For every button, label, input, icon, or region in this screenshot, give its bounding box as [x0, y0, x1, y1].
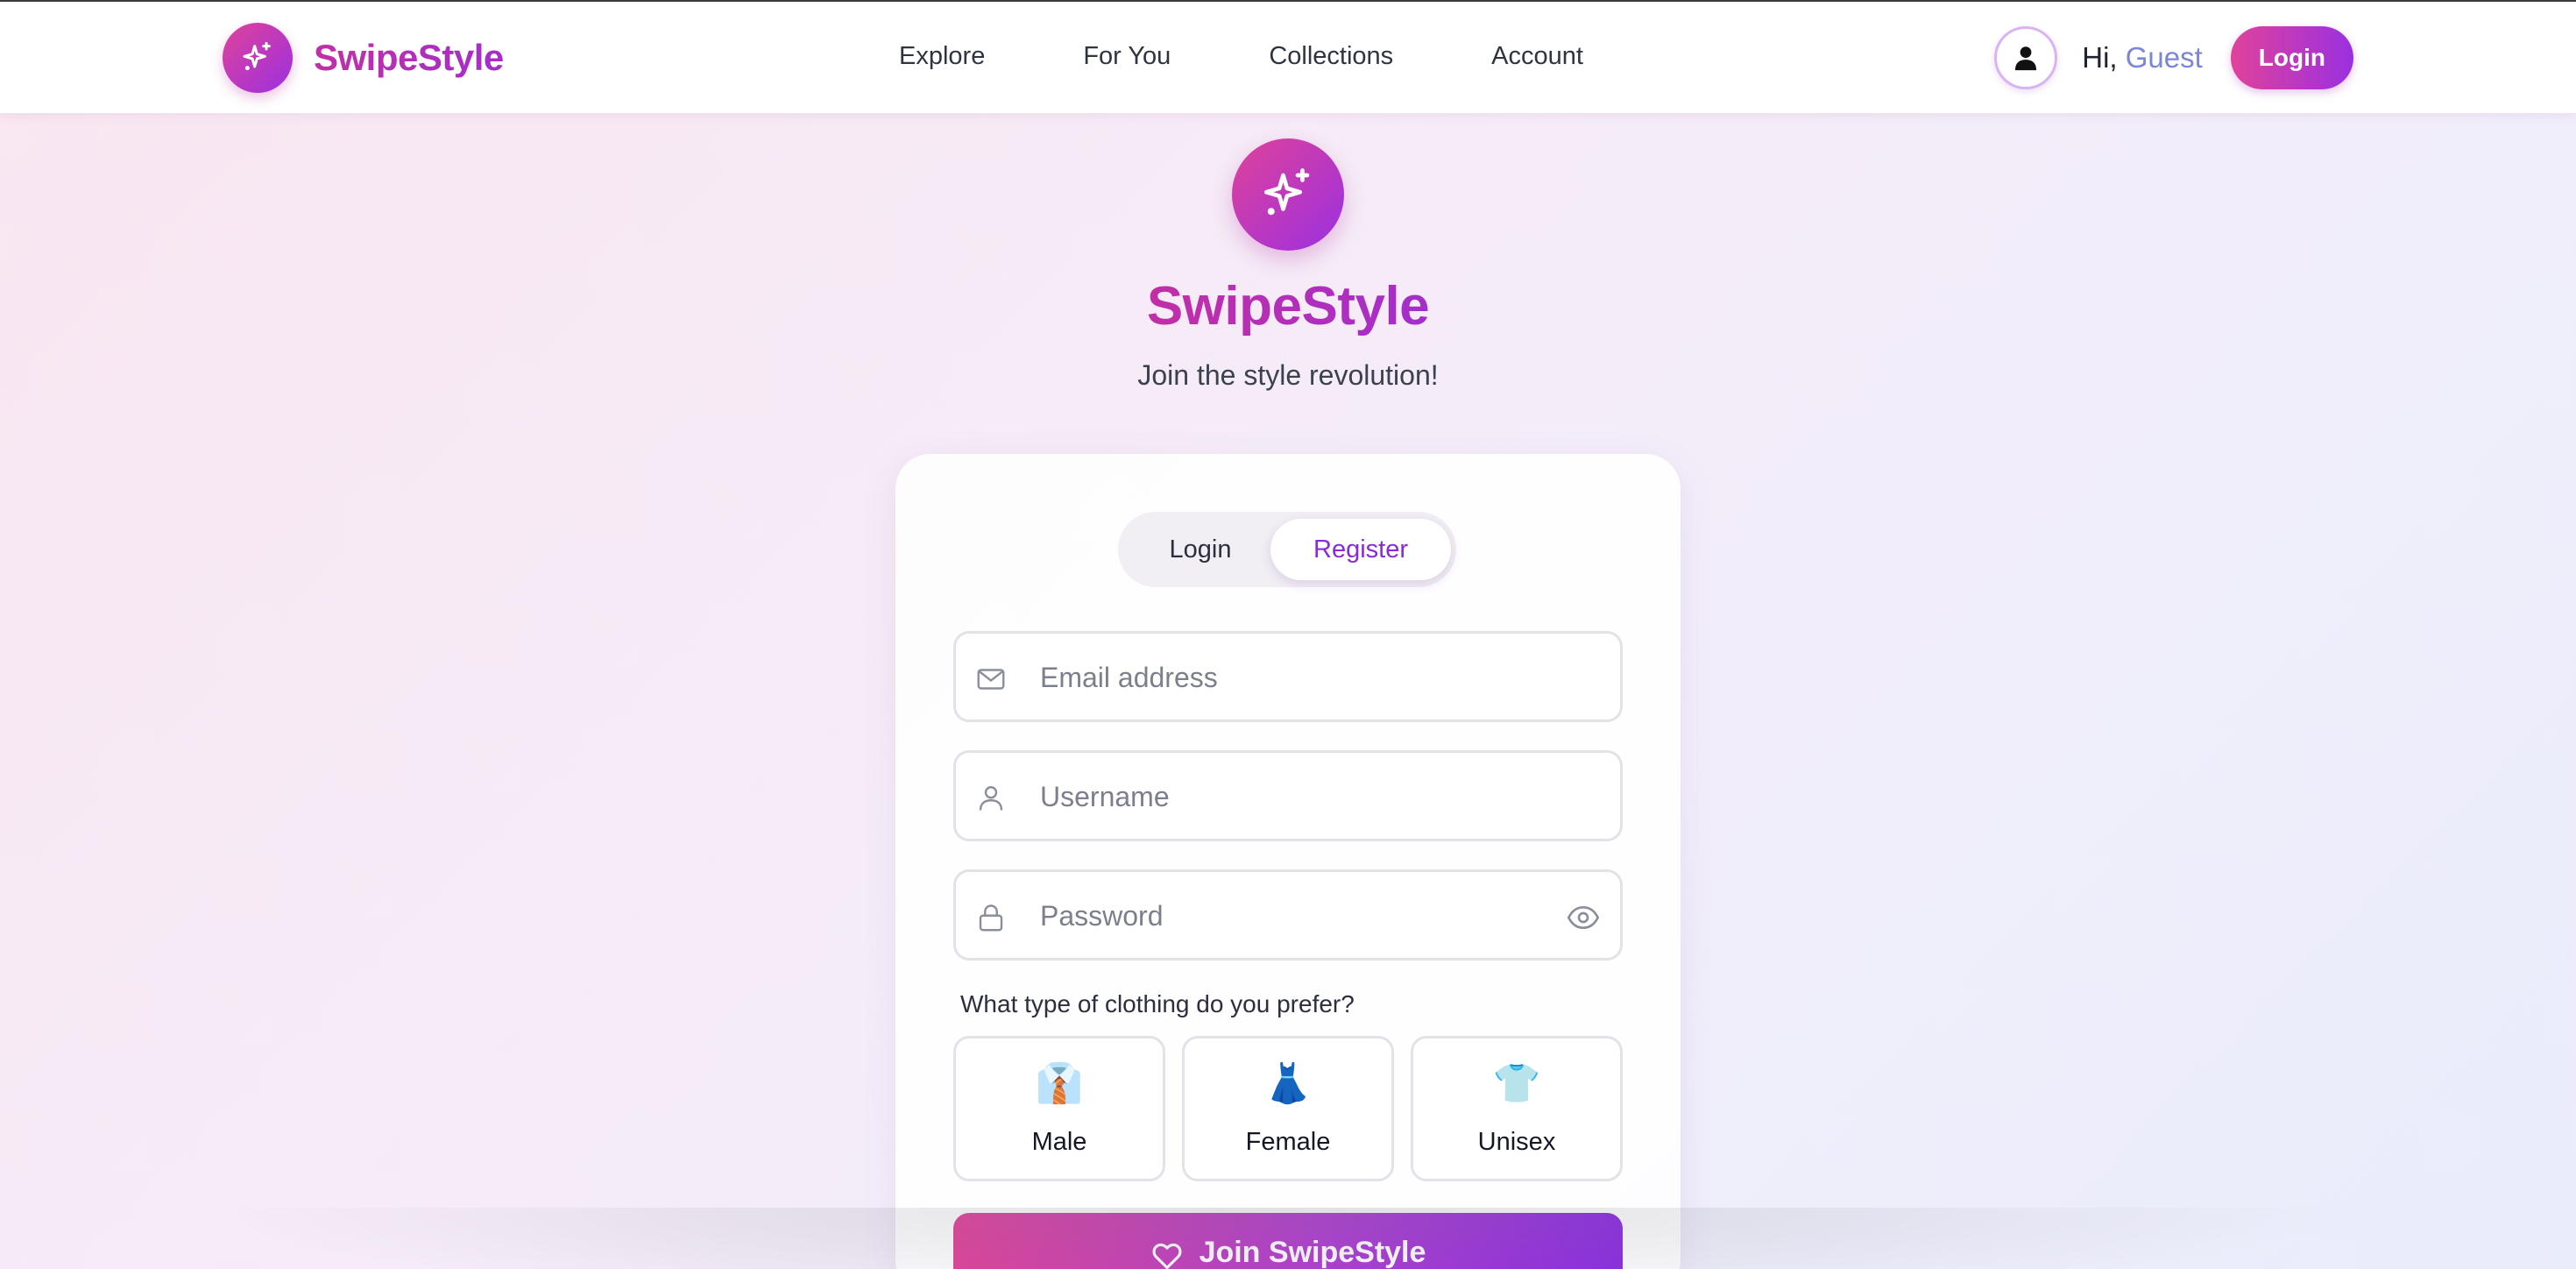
- clothing-preference-question: What type of clothing do you prefer?: [960, 990, 1355, 1017]
- page-subtitle: Join the style revolution!: [1137, 359, 1439, 391]
- nav-user-area: Hi, Guest Login: [1994, 26, 2353, 89]
- greeting-prefix: Hi,: [2082, 41, 2126, 74]
- email-input[interactable]: [1040, 651, 1531, 704]
- join-button-label: Join SwipeStyle: [1199, 1236, 1426, 1269]
- option-label: Female: [1245, 1128, 1331, 1156]
- tab-login[interactable]: Login: [1125, 519, 1276, 580]
- login-button[interactable]: Login: [2230, 26, 2353, 89]
- option-label: Male: [1031, 1128, 1087, 1156]
- lock-icon: [979, 904, 1003, 932]
- user-icon: [2015, 46, 2037, 71]
- email-field[interactable]: [953, 631, 1623, 722]
- heart-icon: [1152, 1243, 1182, 1269]
- option-unisex[interactable]: 👕 Unisex: [1411, 1036, 1623, 1181]
- tab-register[interactable]: Register: [1270, 519, 1451, 580]
- clothing-preference-options: 👔 Male 👗 Female 👕 Unisex: [953, 1036, 1623, 1181]
- option-female[interactable]: 👗 Female: [1182, 1036, 1394, 1181]
- greeting: Hi, Guest: [2082, 41, 2203, 74]
- page-title: SwipeStyle: [0, 275, 2576, 337]
- user-name: Guest: [2125, 41, 2203, 74]
- auth-mode-toggle: Login Register: [1118, 512, 1456, 587]
- password-field[interactable]: [953, 869, 1623, 961]
- page-title-text: SwipeStyle: [1146, 276, 1430, 337]
- eye-icon[interactable]: [1566, 900, 1601, 935]
- sparkles-icon: [223, 23, 293, 93]
- username-field[interactable]: [953, 750, 1623, 841]
- main-nav: Explore For You Collections Account: [899, 42, 1681, 71]
- nav-link-explore[interactable]: Explore: [899, 42, 985, 71]
- sparkles-icon: [1232, 138, 1344, 251]
- t-shirt-icon: 👕: [1492, 1062, 1541, 1105]
- username-input[interactable]: [1040, 770, 1531, 823]
- password-input[interactable]: [1040, 890, 1531, 942]
- nav-link-for-you[interactable]: For You: [1083, 42, 1171, 71]
- navbar: SwipeStyle Explore For You Collections A…: [0, 2, 2576, 114]
- mail-icon: [977, 669, 1005, 690]
- brand[interactable]: SwipeStyle: [223, 23, 504, 93]
- nav-link-collections[interactable]: Collections: [1269, 42, 1393, 71]
- necktie-shirt-icon: 👔: [1035, 1062, 1084, 1105]
- register-card: Login Register What type of clothing do …: [895, 454, 1681, 1269]
- option-label: Unisex: [1477, 1128, 1556, 1156]
- user-icon: [979, 786, 1003, 811]
- dress-icon: 👗: [1263, 1062, 1313, 1105]
- brand-name: SwipeStyle: [314, 37, 504, 78]
- avatar[interactable]: [1994, 26, 2058, 89]
- join-button[interactable]: Join SwipeStyle: [953, 1213, 1623, 1269]
- option-male[interactable]: 👔 Male: [953, 1036, 1165, 1181]
- nav-link-account[interactable]: Account: [1491, 42, 1583, 71]
